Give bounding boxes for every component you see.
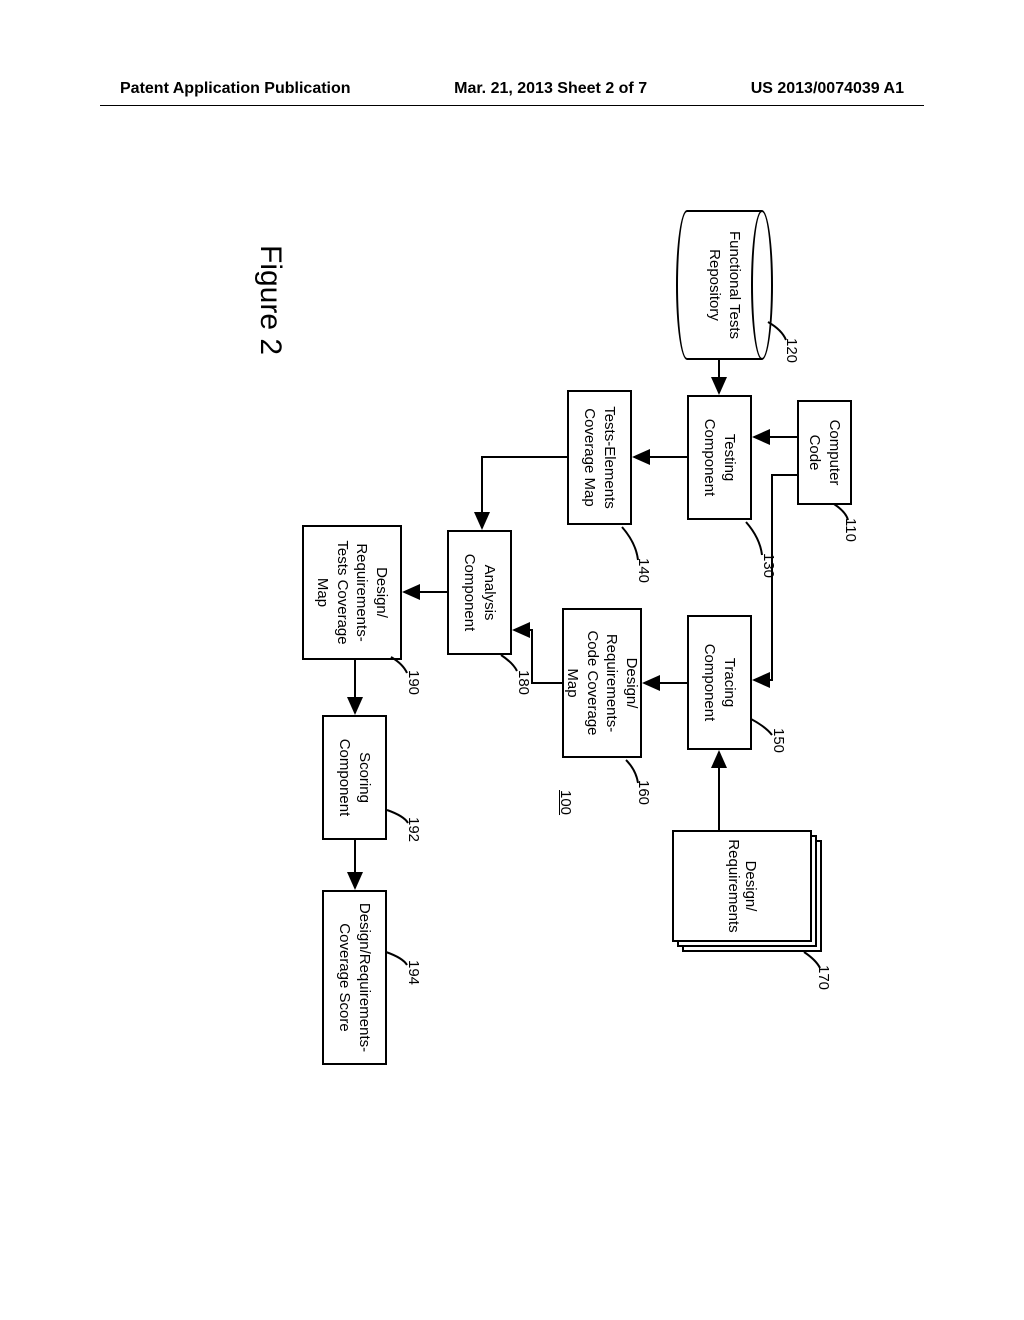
header-left: Patent Application Publication xyxy=(120,80,351,98)
ref-110: 110 xyxy=(842,518,859,542)
header-center: Mar. 21, 2013 Sheet 2 of 7 xyxy=(454,80,647,98)
ref-140: 140 xyxy=(635,558,652,583)
cylinder-top xyxy=(751,210,773,360)
ref-130: 130 xyxy=(760,553,777,578)
node-design-req-tests-map: Design/ Requirements- Tests Coverage Map xyxy=(302,525,402,660)
page-header: Patent Application Publication Mar. 21, … xyxy=(0,80,1024,98)
header-rule xyxy=(100,105,924,106)
doc-sheet-label: Design/ Requirements xyxy=(725,832,759,940)
flow-diagram: Computer Code 110 Functional Tests Repos… xyxy=(162,190,862,1090)
ref-190: 190 xyxy=(405,670,422,695)
ref-160: 160 xyxy=(635,780,652,805)
diagram-rotated-wrapper: Computer Code 110 Functional Tests Repos… xyxy=(162,190,862,1090)
node-analysis-component: Analysis Component xyxy=(447,530,512,655)
node-design-req-code-map: Design/ Requirements-Code Coverage Map xyxy=(562,608,642,758)
leader-130 xyxy=(744,520,764,555)
ref-150: 150 xyxy=(770,728,787,753)
ref-120: 120 xyxy=(783,338,800,363)
ref-194: 194 xyxy=(405,960,422,985)
ref-170: 170 xyxy=(815,965,832,990)
ref-100: 100 xyxy=(557,790,574,815)
node-functional-tests-repo: Functional Tests Repository xyxy=(677,210,772,360)
node-tests-elements-map: Tests-Elements Coverage Map xyxy=(567,390,632,525)
cylinder-text: Functional Tests Repository xyxy=(705,210,744,360)
node-testing-component: Testing Component xyxy=(687,395,752,520)
node-design-req-cov-score: Design/Requirements- Coverage Score xyxy=(322,890,387,1065)
header-right: US 2013/0074039 A1 xyxy=(751,80,904,98)
figure-caption: Figure 2 xyxy=(253,245,287,355)
ref-180: 180 xyxy=(515,670,532,695)
leader-140 xyxy=(620,525,640,560)
doc-sheet-front: Design/ Requirements xyxy=(672,830,812,942)
node-computer-code: Computer Code xyxy=(797,400,852,505)
ref-192: 192 xyxy=(405,817,422,842)
node-tracing-component: Tracing Component xyxy=(687,615,752,750)
node-scoring-component: Scoring Component xyxy=(322,715,387,840)
